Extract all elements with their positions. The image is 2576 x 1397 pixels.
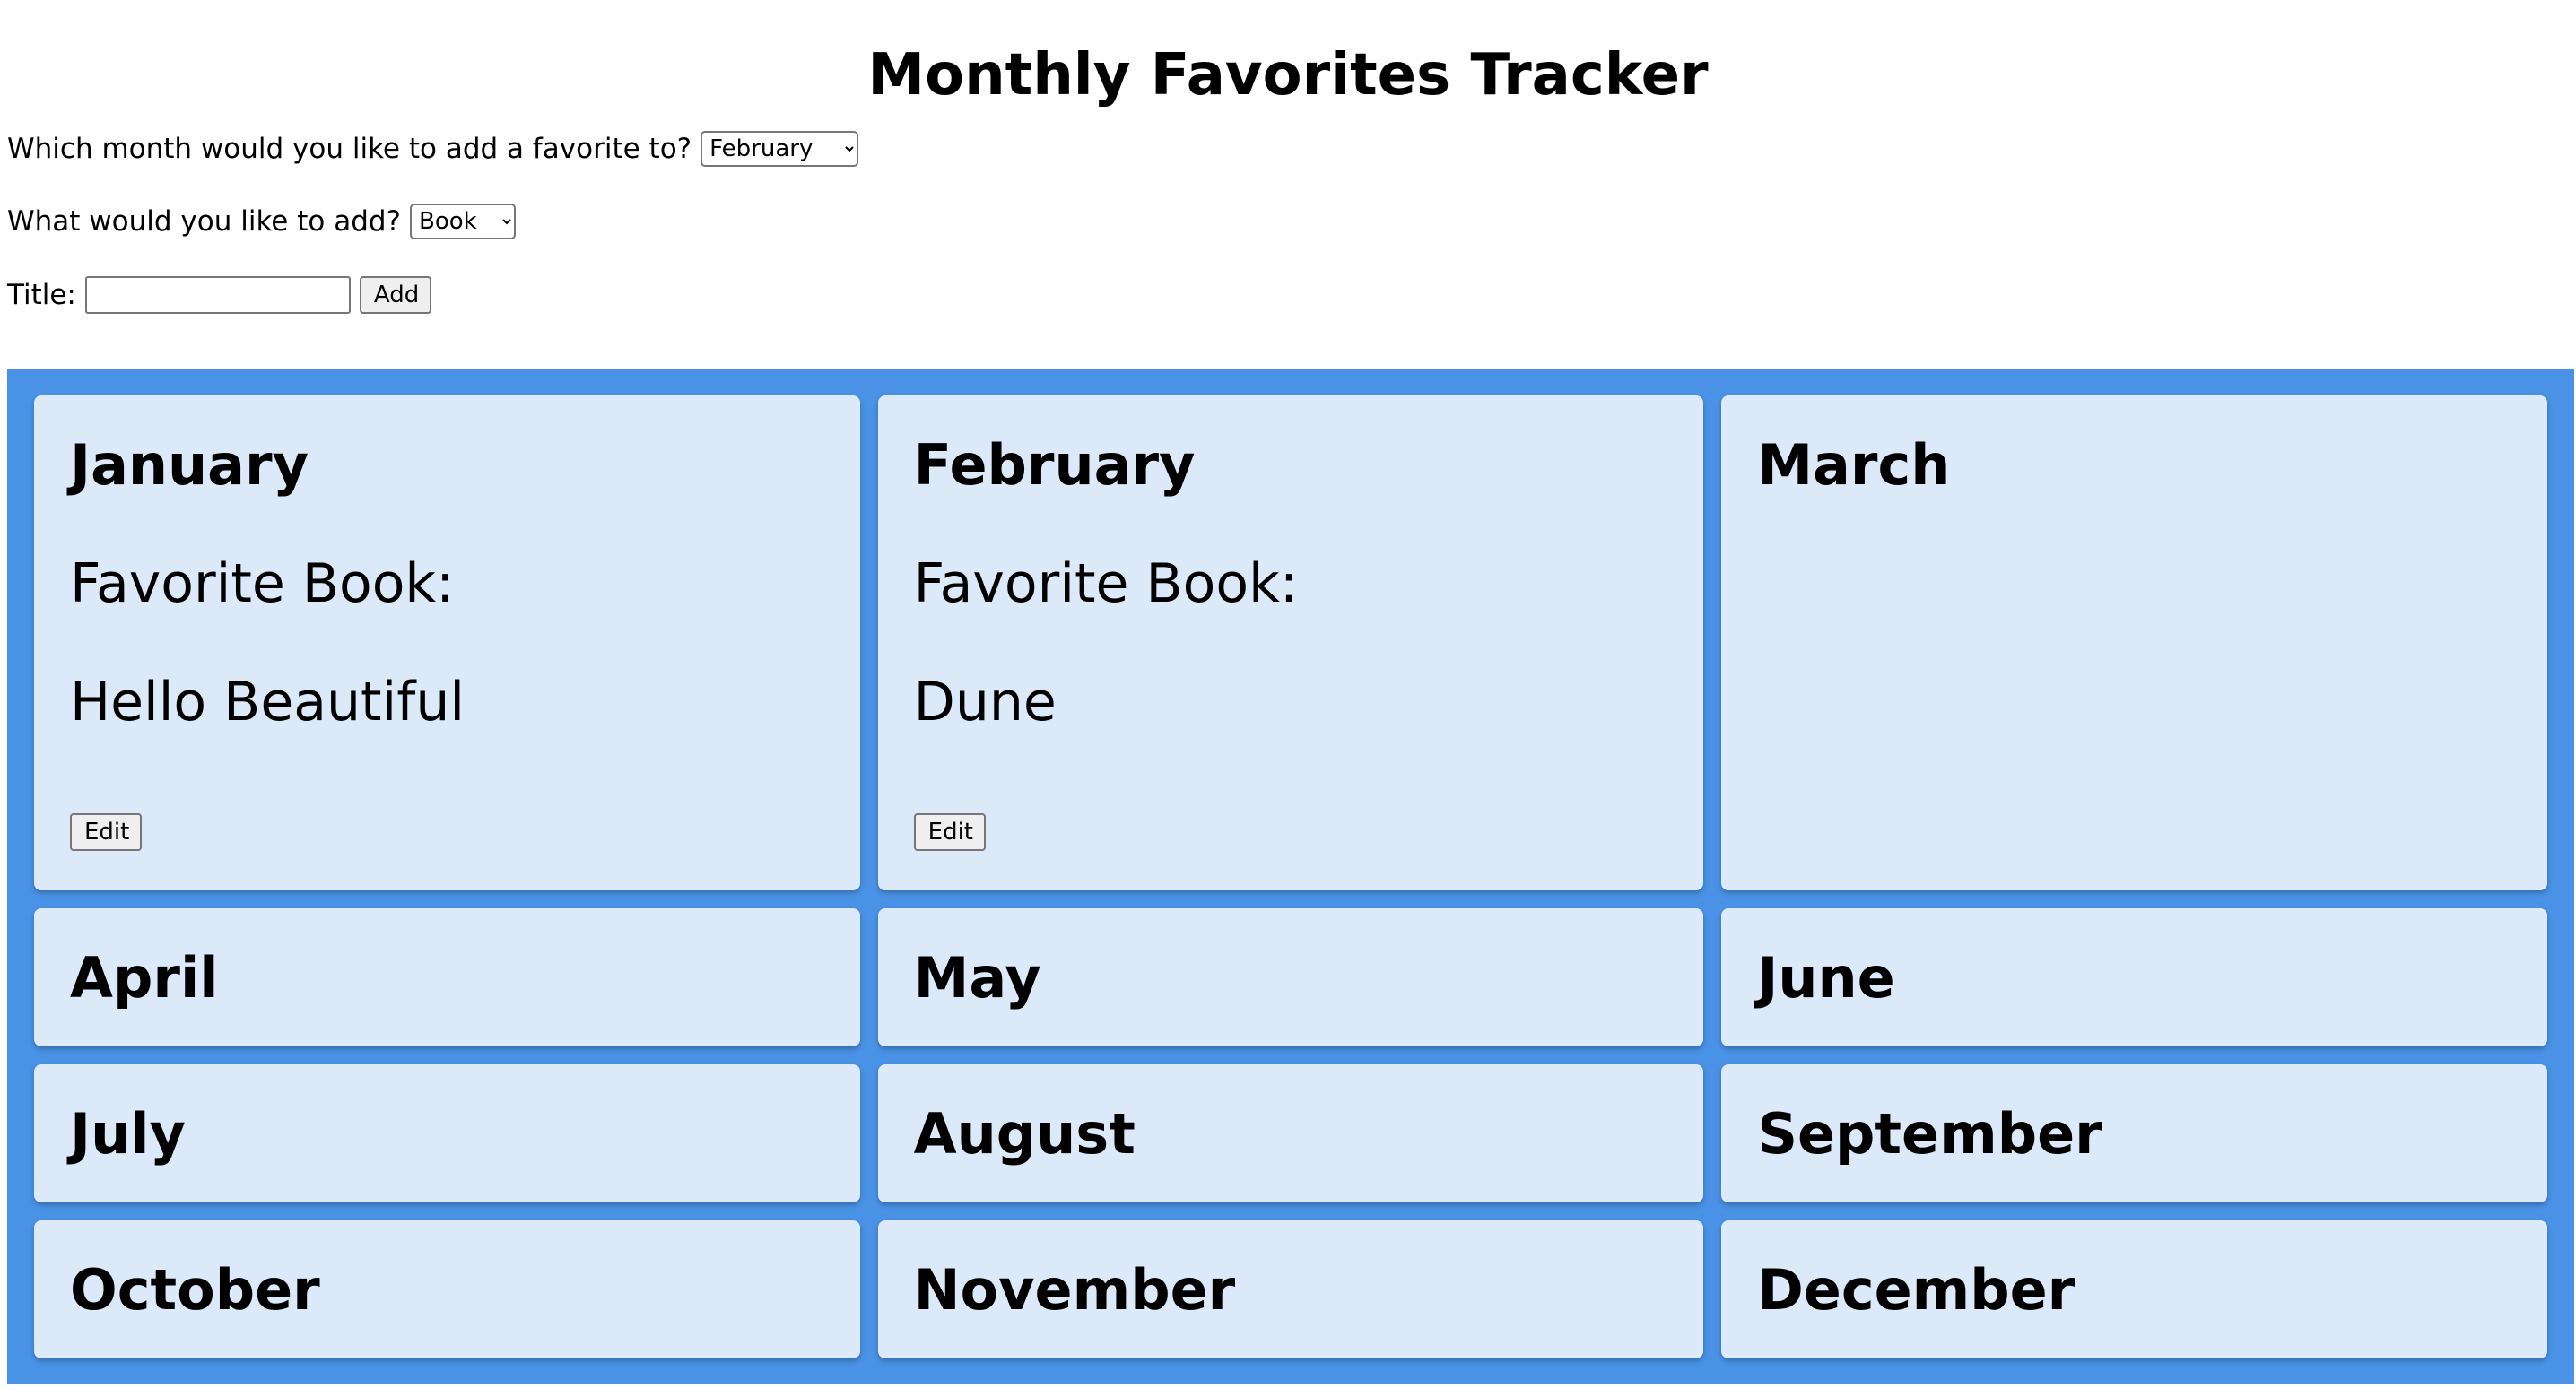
title-input[interactable] (84, 276, 351, 314)
month-card-july: July (34, 1064, 860, 1202)
month-prompt-label: Which month would you like to add a favo… (7, 133, 692, 165)
month-name: May (913, 945, 1041, 1011)
favorite-title: Dune (913, 671, 1057, 733)
month-row: Which month would you like to add a favo… (7, 129, 2569, 169)
type-prompt-label: What would you like to add? (7, 205, 402, 238)
month-card-december: December (1721, 1220, 2547, 1358)
month-card-june: June (1721, 908, 2547, 1046)
month-card-november: November (877, 1220, 1704, 1358)
month-name: September (1757, 1101, 2102, 1167)
month-card-january: January Favorite Book: Hello Beautiful E… (34, 395, 860, 890)
month-name: November (913, 1257, 1236, 1323)
month-select[interactable]: February (701, 131, 859, 167)
favorite-label: Favorite Book: (70, 552, 455, 615)
month-card-may: May (877, 908, 1704, 1046)
title-label: Title: (7, 279, 76, 311)
type-row: What would you like to add? Book (7, 202, 2569, 241)
month-name: June (1757, 945, 1895, 1011)
edit-button-february[interactable]: Edit (913, 813, 986, 851)
month-name: July (70, 1101, 186, 1167)
month-card-august: August (877, 1064, 1704, 1202)
month-card-october: October (34, 1220, 860, 1358)
page: Monthly Favorites Tracker Which month wo… (0, 0, 2576, 1397)
month-card-march: March (1721, 395, 2547, 890)
month-card-september: September (1721, 1064, 2547, 1202)
title-row: Title: Add (7, 275, 2569, 315)
months-grid: January Favorite Book: Hello Beautiful E… (7, 369, 2574, 1384)
edit-button-january[interactable]: Edit (70, 813, 142, 851)
favorite-title: Hello Beautiful (70, 671, 466, 733)
month-name: October (70, 1257, 320, 1323)
month-name: February (913, 432, 1196, 498)
add-button[interactable]: Add (359, 276, 431, 314)
month-name: August (913, 1101, 1136, 1167)
month-card-february: February Favorite Book: Dune Edit (877, 395, 1704, 890)
month-name: April (70, 945, 219, 1011)
month-name: January (70, 432, 309, 498)
month-name: March (1757, 432, 1951, 498)
month-name: December (1757, 1257, 2076, 1323)
page-title: Monthly Favorites Tracker (867, 42, 1709, 108)
favorite-label: Favorite Book: (913, 552, 1299, 615)
month-card-april: April (34, 908, 860, 1046)
type-select[interactable]: Book (410, 204, 517, 239)
